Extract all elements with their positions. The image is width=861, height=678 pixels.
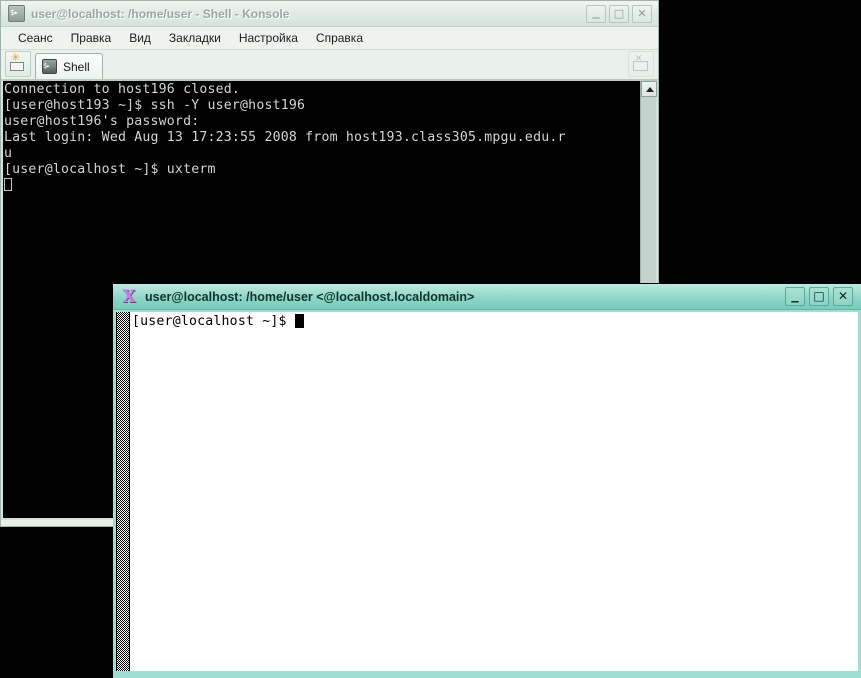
menu-settings[interactable]: Настройка [230, 29, 307, 47]
konsole-titlebar[interactable]: user@localhost: /home/user - Shell - Kon… [1, 1, 658, 27]
tab-shell-label: Shell [63, 60, 90, 74]
konsole-menubar: Сеанс Правка Вид Закладки Настройка Спра… [1, 27, 658, 50]
terminal-cursor [4, 178, 12, 191]
terminal-line: Connection to host196 closed. [4, 82, 640, 98]
close-button[interactable]: ✕ [833, 287, 853, 306]
terminal-cursor [295, 314, 304, 328]
minimize-icon: _ [786, 288, 804, 305]
xterm-titlebar[interactable]: X user@localhost: /home/user <@localhost… [113, 284, 861, 310]
terminal-line: [user@host193 ~]$ ssh -Y user@host196 [4, 98, 640, 114]
menu-view[interactable]: Вид [120, 29, 160, 47]
close-icon: ✕ [834, 288, 852, 305]
x-logo-glyph: X [120, 288, 138, 306]
minimize-button[interactable]: _ [785, 287, 805, 306]
menu-session[interactable]: Сеанс [9, 29, 62, 47]
konsole-title: user@localhost: /home/user - Shell - Kon… [31, 7, 586, 21]
xterm-window[interactable]: X user@localhost: /home/user <@localhost… [113, 283, 861, 678]
xterm-terminal-output[interactable]: [user@localhost ~]$ [130, 312, 858, 671]
menu-edit[interactable]: Правка [62, 29, 121, 47]
menu-bookmarks[interactable]: Закладки [160, 29, 230, 47]
x-logo-icon: X [120, 288, 138, 306]
maximize-icon: □ [610, 6, 628, 22]
maximize-icon: □ [810, 288, 828, 305]
terminal-line: u [4, 146, 640, 162]
menu-help[interactable]: Справка [307, 29, 372, 47]
terminal-icon [42, 59, 57, 74]
maximize-button[interactable]: □ [609, 5, 629, 23]
xterm-body: [user@localhost ~]$ [113, 310, 861, 675]
terminal-line: user@host196's password: [4, 114, 640, 130]
terminal-icon [8, 5, 25, 22]
scroll-up-icon[interactable] [641, 81, 657, 97]
minimize-button[interactable]: _ [586, 5, 606, 23]
terminal-prompt: [user@localhost ~]$ [132, 314, 295, 329]
close-icon: ✕ [633, 6, 651, 22]
minimize-icon: _ [587, 6, 605, 22]
xterm-scrollbar[interactable] [116, 312, 130, 671]
tab-shell[interactable]: Shell [35, 53, 103, 79]
close-session-icon[interactable] [628, 51, 654, 77]
close-button[interactable]: ✕ [632, 5, 652, 23]
konsole-tabbar: Shell [1, 50, 658, 80]
maximize-button[interactable]: □ [809, 287, 829, 306]
terminal-line: Last login: Wed Aug 13 17:23:55 2008 fro… [4, 130, 640, 146]
konsole-window-buttons: _ □ ✕ [586, 5, 652, 23]
xterm-title: user@localhost: /home/user <@localhost.l… [145, 290, 785, 304]
new-session-icon[interactable] [5, 51, 31, 77]
terminal-cursor-line [4, 178, 640, 194]
terminal-prompt-line: [user@localhost ~]$ [132, 314, 858, 330]
terminal-line: [user@localhost ~]$ uxterm [4, 162, 640, 178]
xterm-window-buttons: _ □ ✕ [785, 287, 853, 306]
